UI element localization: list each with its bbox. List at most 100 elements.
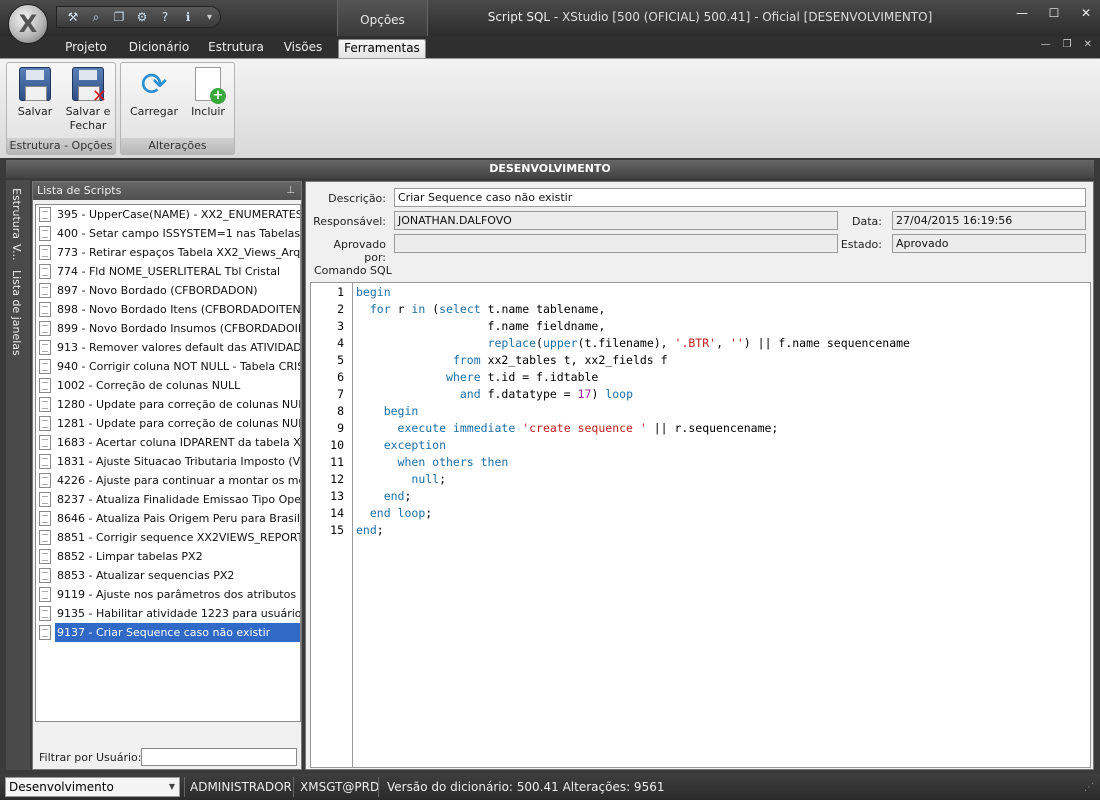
qat-dropdown-icon[interactable]: ▾ — [207, 12, 212, 23]
estado-label: Estado: — [840, 238, 882, 251]
tab-ferramentas[interactable]: Ferramentas — [338, 39, 426, 58]
window-controls: — ☐ ✕ — [1014, 6, 1094, 20]
script-list-item[interactable]: 400 - Setar campo ISSYSTEM=1 nas Tabelas… — [36, 224, 300, 243]
tab-visoes[interactable]: Visões — [278, 39, 328, 58]
script-document-icon — [39, 511, 51, 526]
aprovado-field[interactable] — [394, 234, 838, 253]
code-line: null; — [356, 472, 446, 486]
refresh-icon: ⟳ — [140, 65, 168, 103]
script-list-item[interactable]: 1280 - Update para correção de colunas N… — [36, 395, 300, 414]
script-list-item[interactable]: 940 - Corrigir coluna NOT NULL - Tabela … — [36, 357, 300, 376]
pin-icon[interactable]: ⊥ — [286, 182, 295, 200]
data-field[interactable]: 27/04/2015 16:19:56 — [892, 211, 1086, 230]
search-icon[interactable]: ⌕ — [86, 8, 106, 26]
tab-dicionario[interactable]: Dicionário — [124, 39, 194, 58]
application-orb[interactable]: X — [8, 4, 48, 44]
side-tab-visoes[interactable]: V... — [10, 244, 23, 261]
script-list-item[interactable]: 897 - Novo Bordado (CFBORDADON) — [36, 281, 300, 300]
script-list-item[interactable]: 1002 - Correção de colunas NULL — [36, 376, 300, 395]
code-token: where — [446, 370, 481, 384]
documents-icon[interactable]: ❐ — [109, 8, 129, 26]
script-list-item[interactable]: 8237 - Atualiza Finalidade Emissao Tipo … — [36, 490, 300, 509]
environment-select[interactable]: Desenvolvimento ▼ — [5, 777, 180, 797]
side-tab-estrutura[interactable]: Estrutura — [10, 188, 23, 239]
line-number: 5 — [337, 353, 344, 367]
script-list-item[interactable]: 899 - Novo Bordado Insumos (CFBORDADOINS… — [36, 319, 300, 338]
script-list-item[interactable]: 9119 - Ajuste nos parâmetros dos atribut… — [36, 585, 300, 604]
script-list-item[interactable]: 774 - Fld NOME_USERLITERAL Tbl Cristal — [36, 262, 300, 281]
maximize-button[interactable]: ☐ — [1046, 6, 1062, 20]
line-number: 8 — [337, 404, 344, 418]
script-list-item-label: 1002 - Correção de colunas NULL — [57, 379, 241, 392]
sql-editor[interactable]: 1 2 3 4 5 6 7 8 9 10 11 12 13 14 15 begin for r in (se… — [310, 282, 1091, 768]
line-number: 6 — [337, 370, 344, 384]
add-document-icon: + — [195, 67, 226, 104]
code-token: ( — [425, 302, 440, 316]
script-list-item[interactable]: 913 - Remover valores default das ATIVID… — [36, 338, 300, 357]
code-token: '' — [729, 336, 744, 350]
minimize-button[interactable]: — — [1014, 6, 1030, 20]
info-icon[interactable]: ℹ — [178, 8, 198, 26]
close-button[interactable]: ✕ — [1078, 6, 1094, 20]
script-document-icon — [39, 625, 51, 640]
estado-field[interactable]: Aprovado — [892, 234, 1086, 253]
script-document-icon — [39, 454, 51, 469]
tab-projeto[interactable]: Projeto — [58, 39, 114, 58]
code-token: 'create sequence ' — [522, 421, 647, 435]
line-number: 15 — [330, 523, 344, 537]
incluir-button[interactable]: + Incluir — [185, 65, 231, 119]
script-list-item[interactable]: 8851 - Corrigir sequence XX2VIEWS_REPORT… — [36, 528, 300, 547]
script-list-item-label: 9135 - Habilitar atividade 1223 para usu… — [57, 607, 300, 620]
script-list-item[interactable]: 773 - Retirar espaços Tabela XX2_Views_A… — [36, 243, 300, 262]
responsavel-field[interactable]: JONATHAN.DALFOVO — [394, 211, 838, 230]
script-list-item-label: 773 - Retirar espaços Tabela XX2_Views_A… — [57, 246, 300, 259]
side-tab-lista-janelas[interactable]: Lista de janelas — [10, 270, 23, 356]
filter-user-input[interactable] — [141, 748, 297, 766]
code-token: ; — [376, 523, 384, 537]
script-list-item[interactable]: 395 - UpperCase(NAME) - XX2_ENUMERATES — [36, 205, 300, 224]
tab-estrutura[interactable]: Estrutura — [204, 39, 268, 58]
script-list-item[interactable]: 8853 - Atualizar sequencias PX2 — [36, 566, 300, 585]
data-label: Data: — [852, 215, 882, 228]
scripts-panel: Lista de Scripts ⊥ 395 - UpperCase(NAME)… — [32, 181, 302, 770]
script-document-icon — [39, 264, 51, 279]
code-token: begin — [356, 285, 391, 299]
script-list-item[interactable]: 898 - Novo Bordado Itens (CFBORDADOITENS… — [36, 300, 300, 319]
ribbon-group-caption: Alterações — [121, 138, 234, 154]
script-list-item-label: 9119 - Ajuste nos parâmetros dos atribut… — [57, 588, 300, 601]
status-divider — [293, 777, 294, 797]
line-number: 4 — [337, 336, 344, 350]
code-token: end — [383, 489, 405, 503]
script-document-icon — [39, 606, 51, 621]
script-list-item-label: 1683 - Acertar coluna IDPARENT da tabela… — [57, 436, 300, 449]
mdi-close-button[interactable]: ✕ — [1084, 39, 1092, 50]
user-tools-icon[interactable]: ⚒ — [63, 8, 83, 26]
script-list-item[interactable]: 8646 - Atualiza Pais Origem Peru para Br… — [36, 509, 300, 528]
script-list-item[interactable]: 8852 - Limpar tabelas PX2 — [36, 547, 300, 566]
script-document-icon — [39, 568, 51, 583]
script-list-item[interactable]: 1683 - Acertar coluna IDPARENT da tabela… — [36, 433, 300, 452]
help-icon[interactable]: ? — [155, 8, 175, 26]
descricao-field[interactable]: Criar Sequence caso não existir — [394, 188, 1086, 207]
resize-grip-icon[interactable]: ⋰ — [1084, 782, 1094, 793]
salvar-button[interactable]: Salvar — [11, 65, 59, 119]
gear-icon[interactable]: ⚙ — [132, 8, 152, 26]
script-list-item[interactable]: 9135 - Habilitar atividade 1223 para usu… — [36, 604, 300, 623]
mdi-minimize-button[interactable]: — — [1041, 39, 1051, 50]
script-list-item[interactable]: 1831 - Ajuste Situacao Tributaria Impost… — [36, 452, 300, 471]
script-list-item[interactable]: 1281 - Update para correção de colunas N… — [36, 414, 300, 433]
script-list-item[interactable]: 4226 - Ajuste para continuar a montar os… — [36, 471, 300, 490]
code-token: f.datatype = — [480, 387, 578, 401]
carregar-button[interactable]: ⟳ Carregar — [127, 65, 181, 119]
code-token: exception — [383, 438, 447, 452]
status-bar: Desenvolvimento ▼ ADMINISTRADOR XMSGT@PR… — [0, 774, 1100, 800]
script-list-item[interactable]: 9137 - Criar Sequence caso não existir — [36, 623, 300, 642]
responsavel-label: Responsável: — [313, 215, 386, 228]
sql-code[interactable]: begin for r in (select t.name tablename,… — [354, 283, 1090, 767]
salvar-fechar-button[interactable]: ✕ Salvar e Fechar — [63, 65, 113, 133]
ribbon-tabs: Projeto Dicionário Estrutura Visões Ferr… — [0, 36, 1100, 58]
chevron-down-icon: ▼ — [168, 782, 175, 791]
mdi-restore-button[interactable]: ❐ — [1063, 39, 1072, 50]
code-token: f.name fieldname, — [356, 319, 606, 333]
